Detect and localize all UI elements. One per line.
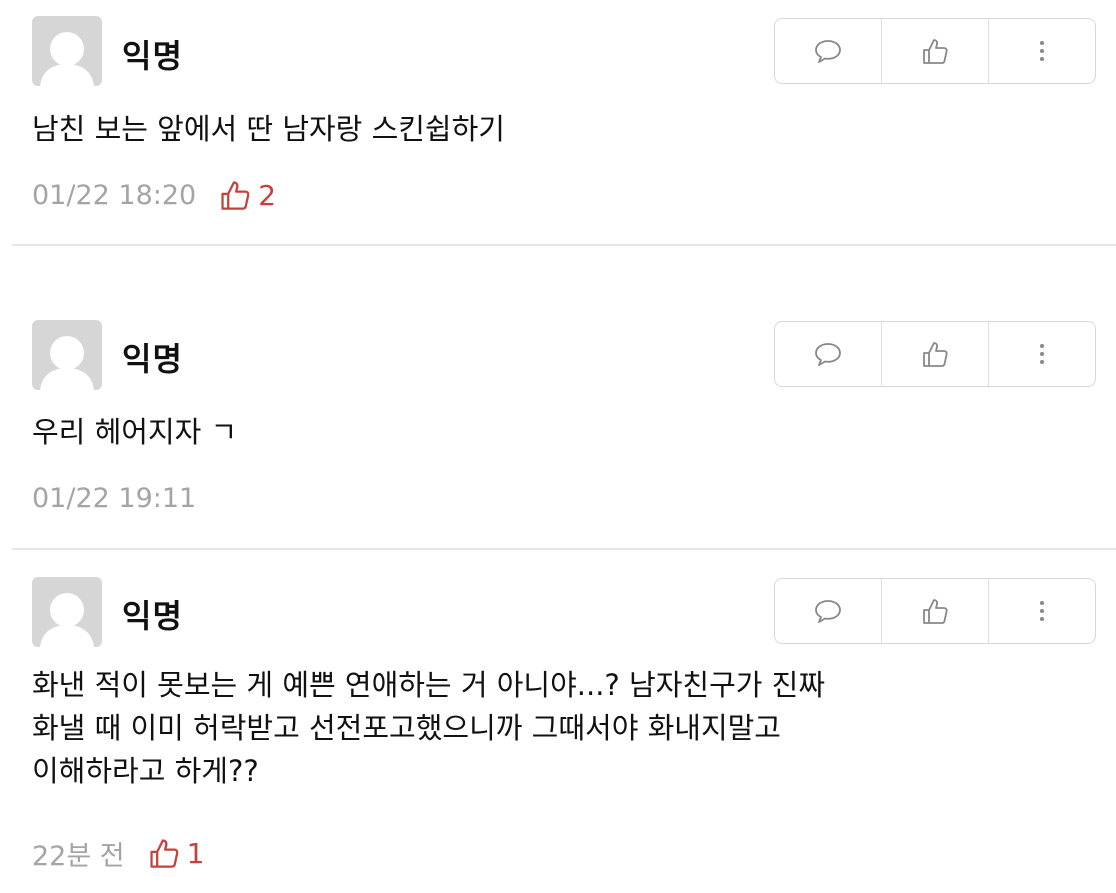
comment-meta: 01/22 18:20 2 (32, 175, 276, 215)
avatar[interactable] (32, 16, 102, 86)
like-count: 1 (186, 836, 205, 870)
author-name: 익명 (122, 340, 183, 378)
comment-divider (12, 244, 1116, 246)
avatar-placeholder-icon (40, 593, 94, 647)
like-count-icon (147, 836, 181, 870)
comment-actions (774, 321, 1096, 387)
avatar-placeholder-icon (40, 336, 94, 390)
speech-bubble-icon (815, 343, 841, 366)
comment-meta: 22분 전 1 (32, 833, 204, 873)
reply-button[interactable] (775, 322, 882, 386)
comment-time: 22분 전 (32, 840, 125, 872)
reply-button[interactable] (775, 19, 882, 83)
more-button[interactable] (989, 19, 1095, 83)
comment-time: 01/22 19:11 (32, 482, 197, 514)
author-name: 익명 (122, 37, 183, 75)
more-button[interactable] (989, 579, 1095, 643)
thumbs-up-icon (923, 342, 948, 367)
vertical-dots-icon (1040, 41, 1044, 61)
vertical-dots-icon (1040, 344, 1044, 364)
like-count-icon (218, 178, 252, 212)
comment-text: 화낸 적이 못보는 게 예쁜 연애하는 거 아니야...? 남자친구가 진짜 화… (32, 668, 826, 788)
more-button[interactable] (989, 322, 1095, 386)
avatar-placeholder-icon (40, 32, 94, 86)
speech-bubble-icon (815, 600, 841, 623)
comment-actions (774, 578, 1096, 644)
comment-time: 01/22 18:20 (32, 179, 197, 211)
thumbs-up-icon (923, 599, 948, 624)
comment-divider (12, 548, 1116, 550)
like-button[interactable] (882, 19, 989, 83)
comment-text: 우리 헤어지자 ㄱ (32, 415, 238, 449)
speech-bubble-icon (815, 40, 841, 63)
like-button[interactable] (882, 322, 989, 386)
comment-meta: 01/22 19:11 (32, 478, 196, 518)
comment-actions (774, 18, 1096, 84)
like-count: 2 (258, 178, 277, 212)
avatar[interactable] (32, 320, 102, 390)
vertical-dots-icon (1040, 601, 1044, 621)
reply-button[interactable] (775, 579, 882, 643)
like-button[interactable] (882, 579, 989, 643)
comment-text: 남친 보는 앞에서 딴 남자랑 스킨쉽하기 (32, 112, 505, 146)
avatar[interactable] (32, 577, 102, 647)
thumbs-up-icon (923, 39, 948, 64)
author-name: 익명 (122, 597, 183, 635)
